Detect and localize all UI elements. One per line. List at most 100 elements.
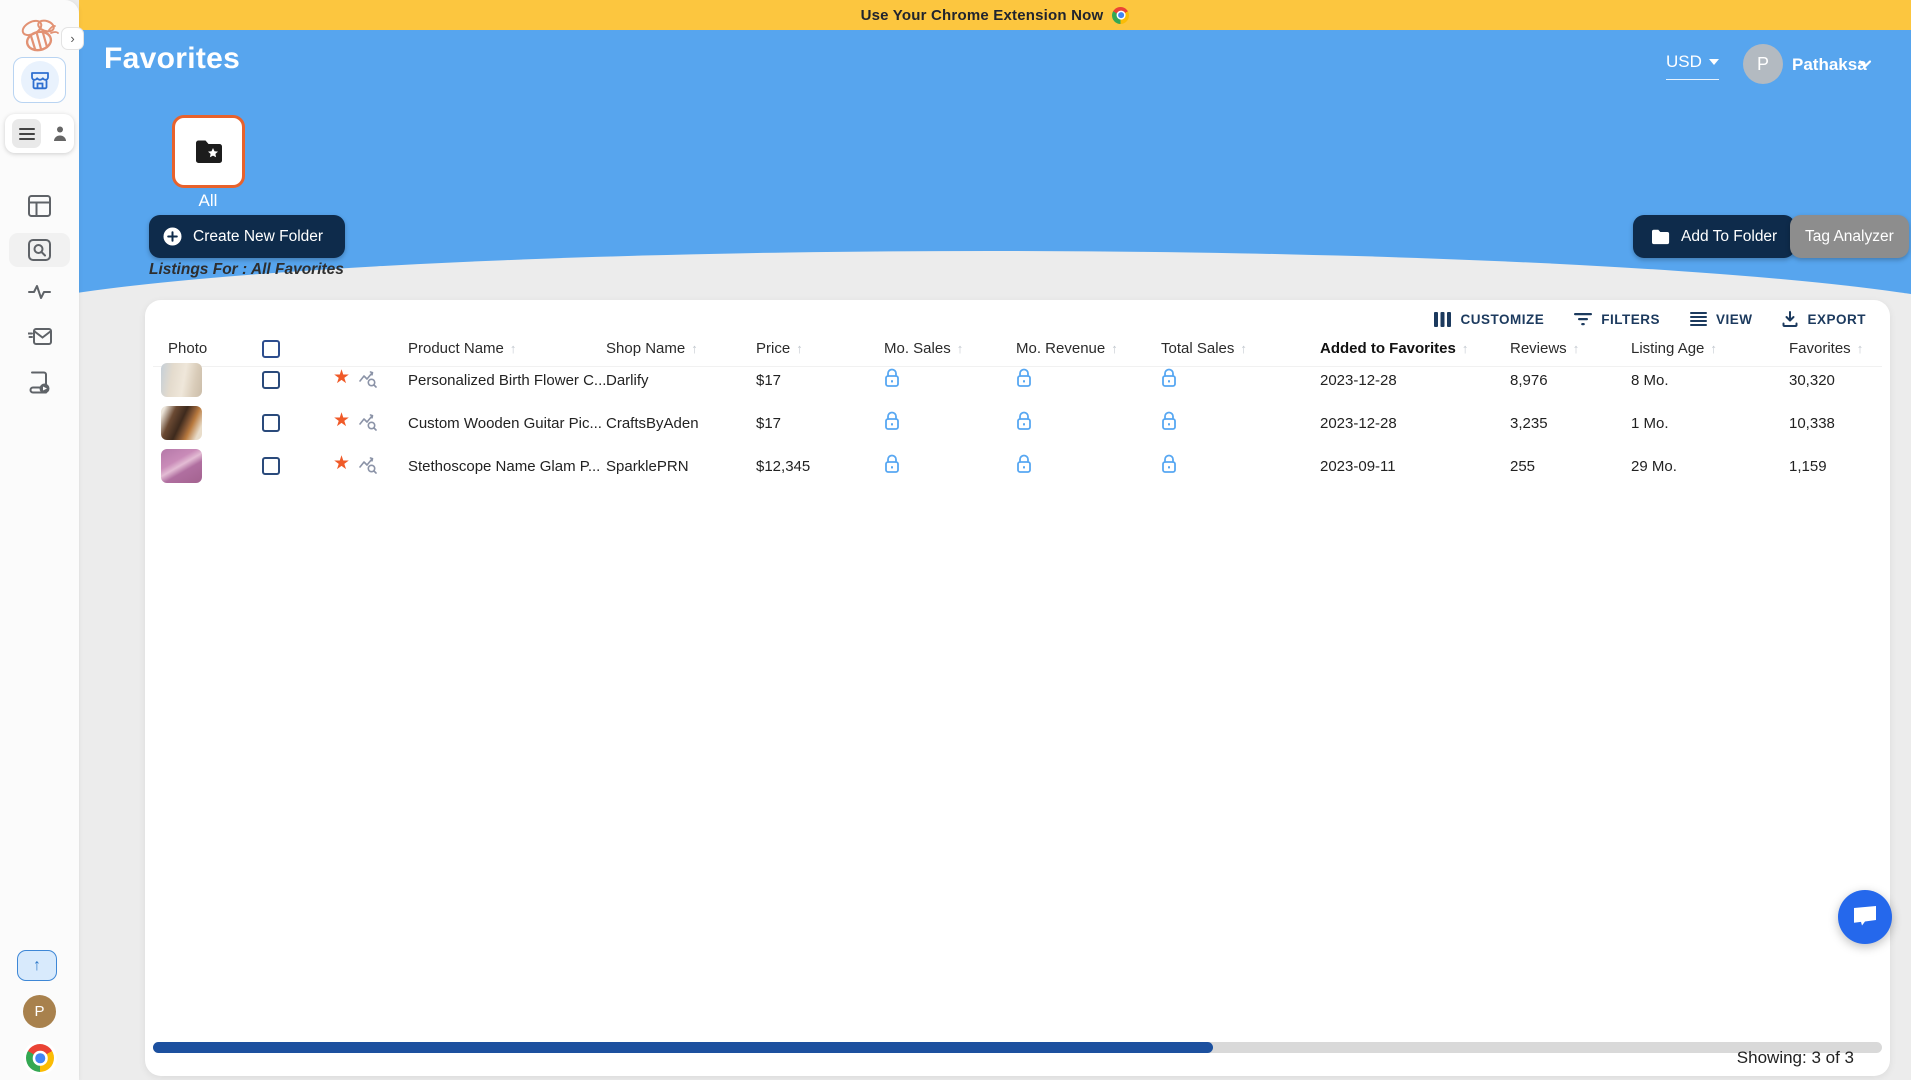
lock-icon[interactable] [1161, 411, 1177, 436]
user-menu-chevron-icon[interactable] [1857, 56, 1873, 77]
row-checkbox[interactable] [262, 414, 280, 432]
added-to-favorites: 2023-09-11 [1320, 458, 1396, 475]
sidebar-avatar[interactable]: P [23, 995, 56, 1028]
sort-arrow-icon: ↑ [691, 341, 698, 356]
col-header-photo[interactable]: Photo [168, 340, 207, 357]
customize-button[interactable]: CUSTOMIZE [1434, 311, 1544, 327]
product-photo[interactable] [161, 406, 202, 440]
favorites-count: 10,338 [1789, 415, 1835, 432]
listings-for-text: Listings For : All Favorites [149, 261, 344, 279]
col-header-added-to-favorites[interactable]: Added to Favorites↑ [1320, 340, 1468, 357]
sidebar-avatar-initial: P [34, 1003, 44, 1020]
export-button[interactable]: EXPORT [1782, 311, 1866, 327]
scroll-to-top-button[interactable]: ↑ [17, 950, 57, 981]
sidebar-item-dashboard[interactable] [28, 195, 51, 222]
sidebar-item-analytics[interactable] [28, 284, 51, 305]
currency-value: USD [1666, 52, 1702, 72]
shop-name[interactable]: SparklePRN [606, 458, 689, 475]
lock-icon[interactable] [1161, 368, 1177, 393]
col-header-mo-sales[interactable]: Mo. Sales↑ [884, 340, 963, 357]
listing-age: 8 Mo. [1631, 372, 1669, 389]
create-new-folder-label: Create New Folder [193, 228, 323, 246]
lock-icon[interactable] [884, 454, 900, 479]
col-header-product-name[interactable]: Product Name↑ [408, 340, 516, 357]
table-row: ★ Personalized Birth Flower C... Darlify… [145, 359, 1890, 402]
analyze-listing-icon[interactable] [359, 413, 377, 436]
table-icon [28, 195, 51, 217]
view-button[interactable]: VIEW [1690, 311, 1753, 327]
menu-icon [19, 128, 35, 140]
lock-icon[interactable] [1161, 454, 1177, 479]
add-to-folder-button[interactable]: Add To Folder [1633, 215, 1795, 258]
filter-icon [1574, 312, 1592, 326]
chrome-extension-shortcut[interactable] [26, 1044, 54, 1072]
chrome-icon [1112, 7, 1129, 24]
col-header-shop-name[interactable]: Shop Name↑ [606, 340, 698, 357]
product-name[interactable]: Stethoscope Name Glam P... [408, 458, 600, 475]
chrome-icon [26, 1044, 54, 1072]
listing-age: 29 Mo. [1631, 458, 1677, 475]
analyze-listing-icon[interactable] [359, 370, 377, 393]
lock-icon[interactable] [1016, 454, 1032, 479]
lock-icon[interactable] [1016, 411, 1032, 436]
banner-text: Use Your Chrome Extension Now [861, 7, 1104, 24]
table-row: ★ Custom Wooden Guitar Pic... CraftsByAd… [145, 402, 1890, 445]
sort-arrow-icon: ↑ [796, 341, 803, 356]
person-toggle-button[interactable] [48, 121, 72, 145]
horizontal-scrollbar-track[interactable] [153, 1042, 1882, 1053]
added-to-favorites: 2023-12-28 [1320, 372, 1397, 389]
row-checkbox[interactable] [262, 457, 280, 475]
filters-button[interactable]: FILTERS [1574, 311, 1660, 327]
horizontal-scrollbar-thumb[interactable] [153, 1042, 1213, 1053]
chat-widget-button[interactable] [1838, 890, 1892, 944]
menu-toggle-button[interactable] [12, 119, 41, 148]
chrome-extension-banner[interactable]: Use Your Chrome Extension Now [79, 0, 1911, 30]
sort-arrow-icon: ↑ [1710, 341, 1717, 356]
favorite-star-icon[interactable]: ★ [333, 454, 350, 473]
activity-icon [28, 284, 51, 300]
col-header-mo-revenue[interactable]: Mo. Revenue↑ [1016, 340, 1118, 357]
sidebar-item-store[interactable] [13, 57, 66, 103]
plus-circle-icon [163, 227, 182, 246]
tag-analyzer-button[interactable]: Tag Analyzer [1790, 215, 1909, 258]
product-photo[interactable] [161, 363, 202, 397]
shop-name[interactable]: CraftsByAden [606, 415, 699, 432]
folder-all-label: All [168, 191, 248, 211]
favorite-star-icon[interactable]: ★ [333, 411, 350, 430]
analyze-listing-icon[interactable] [359, 456, 377, 479]
product-name[interactable]: Personalized Birth Flower C... [408, 372, 606, 389]
folder-icon [1651, 229, 1670, 245]
sidebar-expand-button[interactable]: › [61, 27, 84, 50]
select-all-checkbox[interactable] [262, 340, 280, 358]
download-icon [1782, 311, 1798, 327]
col-header-total-sales[interactable]: Total Sales↑ [1161, 340, 1247, 357]
avatar[interactable]: P [1743, 44, 1783, 84]
folder-all[interactable] [172, 115, 245, 188]
sidebar-item-library[interactable] [28, 371, 51, 399]
sort-arrow-icon: ↑ [957, 341, 964, 356]
library-icon [28, 371, 51, 394]
lock-icon[interactable] [1016, 368, 1032, 393]
lock-icon[interactable] [884, 368, 900, 393]
tag-analyzer-label: Tag Analyzer [1805, 228, 1894, 246]
sidebar-item-email[interactable] [28, 328, 52, 350]
col-header-reviews[interactable]: Reviews↑ [1510, 340, 1579, 357]
currency-dropdown[interactable]: USD [1666, 52, 1719, 80]
row-checkbox[interactable] [262, 371, 280, 389]
bee-logo [16, 14, 62, 56]
sidebar-item-product-research[interactable] [28, 239, 51, 266]
product-name[interactable]: Custom Wooden Guitar Pic... [408, 415, 602, 432]
lock-icon[interactable] [884, 411, 900, 436]
chat-bubble-icon [1852, 905, 1878, 929]
product-photo[interactable] [161, 449, 202, 483]
table-row: ★ Stethoscope Name Glam P... SparklePRN … [145, 445, 1890, 488]
create-new-folder-button[interactable]: Create New Folder [149, 215, 345, 258]
sort-arrow-icon: ↑ [1573, 341, 1580, 356]
col-header-price[interactable]: Price↑ [756, 340, 803, 357]
favorites-count: 1,159 [1789, 458, 1827, 475]
sidebar: › [0, 0, 79, 1080]
shop-name[interactable]: Darlify [606, 372, 649, 389]
col-header-listing-age[interactable]: Listing Age↑ [1631, 340, 1717, 357]
col-header-favorites[interactable]: Favorites↑ [1789, 340, 1863, 357]
favorite-star-icon[interactable]: ★ [333, 368, 350, 387]
